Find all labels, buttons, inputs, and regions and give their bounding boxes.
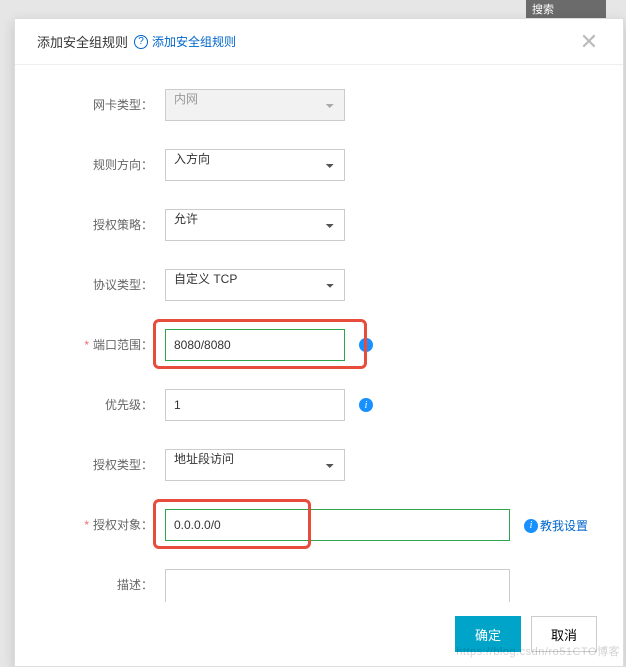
form-body: 网卡类型： 内网 规则方向： 入方向 授权策略： 允许 协议类型： 自定义 TC… bbox=[15, 65, 623, 602]
label-protocol: 协议类型： bbox=[35, 269, 165, 301]
row-port-range: 端口范围： i bbox=[35, 329, 603, 361]
teach-link[interactable]: i 教我设置 bbox=[524, 517, 588, 534]
label-auth-type: 授权类型： bbox=[35, 449, 165, 481]
row-nic-type: 网卡类型： 内网 bbox=[35, 89, 603, 121]
row-auth-type: 授权类型： 地址段访问 bbox=[35, 449, 603, 481]
info-icon: i bbox=[524, 519, 538, 533]
label-priority: 优先级： bbox=[35, 389, 165, 421]
modal-help-link[interactable]: 添加安全组规则 bbox=[152, 33, 236, 50]
label-nic-type: 网卡类型： bbox=[35, 89, 165, 121]
modal-header: 添加安全组规则 ? 添加安全组规则 ✕ bbox=[15, 19, 623, 65]
search-bg: 搜索 bbox=[526, 0, 606, 18]
select-auth-type[interactable]: 地址段访问 bbox=[165, 449, 345, 481]
help-icon[interactable]: ? bbox=[134, 35, 148, 49]
watermark: https://blog.csdn/ro51CTO博客 bbox=[456, 643, 620, 659]
textarea-description[interactable] bbox=[165, 569, 510, 602]
input-priority[interactable] bbox=[165, 389, 345, 421]
label-description: 描述： bbox=[35, 569, 165, 601]
info-icon[interactable]: i bbox=[359, 398, 373, 412]
row-description: 描述： 长度为2-256个字符，不能以http://或https://开头。 bbox=[35, 569, 603, 602]
label-direction: 规则方向： bbox=[35, 149, 165, 181]
label-policy: 授权策略： bbox=[35, 209, 165, 241]
info-icon[interactable]: i bbox=[359, 338, 373, 352]
add-rule-modal: 添加安全组规则 ? 添加安全组规则 ✕ 网卡类型： 内网 规则方向： 入方向 授… bbox=[14, 18, 624, 667]
teach-link-text: 教我设置 bbox=[540, 517, 588, 534]
select-protocol[interactable]: 自定义 TCP bbox=[165, 269, 345, 301]
row-direction: 规则方向： 入方向 bbox=[35, 149, 603, 181]
select-nic-type: 内网 bbox=[165, 89, 345, 121]
input-port-range[interactable] bbox=[165, 329, 345, 361]
input-auth-object[interactable] bbox=[165, 509, 510, 541]
row-protocol: 协议类型： 自定义 TCP bbox=[35, 269, 603, 301]
select-direction[interactable]: 入方向 bbox=[165, 149, 345, 181]
modal-title: 添加安全组规则 bbox=[37, 32, 128, 51]
label-auth-object: 授权对象： bbox=[35, 509, 165, 541]
row-priority: 优先级： i bbox=[35, 389, 603, 421]
close-icon[interactable]: ✕ bbox=[577, 30, 601, 54]
row-auth-object: 授权对象： i 教我设置 bbox=[35, 509, 603, 541]
select-policy[interactable]: 允许 bbox=[165, 209, 345, 241]
label-port-range: 端口范围： bbox=[35, 329, 165, 361]
row-policy: 授权策略： 允许 bbox=[35, 209, 603, 241]
